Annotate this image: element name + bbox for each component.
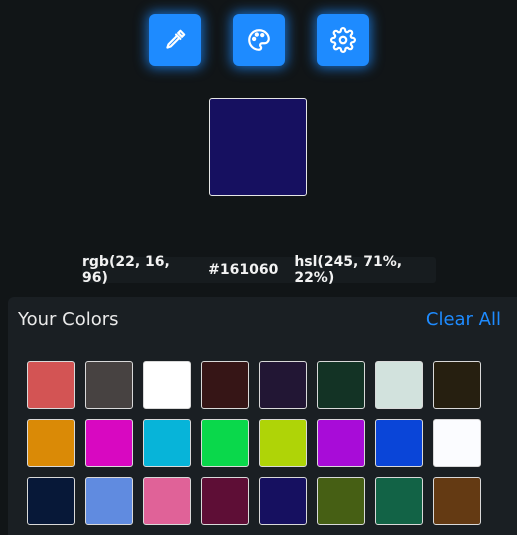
color-swatch[interactable] bbox=[201, 361, 249, 409]
color-swatch[interactable] bbox=[27, 361, 75, 409]
color-preview bbox=[209, 98, 307, 196]
palette-button[interactable] bbox=[233, 14, 285, 66]
color-values: rgb(22, 16, 96) #161060 hsl(245, 71%, 22… bbox=[82, 254, 436, 286]
color-swatch[interactable] bbox=[433, 477, 481, 525]
color-swatch[interactable] bbox=[259, 419, 307, 467]
color-swatch[interactable] bbox=[317, 477, 365, 525]
color-swatch[interactable] bbox=[375, 361, 423, 409]
clear-all-button[interactable]: Clear All bbox=[426, 309, 501, 330]
color-swatch[interactable] bbox=[375, 477, 423, 525]
color-swatch[interactable] bbox=[27, 419, 75, 467]
settings-button[interactable] bbox=[317, 14, 369, 66]
gear-icon bbox=[330, 27, 356, 53]
eyedropper-button[interactable] bbox=[149, 14, 201, 66]
eyedropper-icon bbox=[166, 29, 186, 49]
toolbar bbox=[149, 14, 369, 66]
color-swatch[interactable] bbox=[259, 477, 307, 525]
rgb-value[interactable]: rgb(22, 16, 96) bbox=[82, 254, 192, 286]
color-swatch[interactable] bbox=[317, 419, 365, 467]
color-swatch[interactable] bbox=[27, 477, 75, 525]
color-swatch[interactable] bbox=[317, 361, 365, 409]
color-swatch[interactable] bbox=[143, 419, 191, 467]
color-swatch[interactable] bbox=[85, 477, 133, 525]
color-swatch[interactable] bbox=[433, 419, 481, 467]
color-swatch[interactable] bbox=[85, 361, 133, 409]
color-swatch[interactable] bbox=[375, 419, 423, 467]
color-swatch[interactable] bbox=[143, 361, 191, 409]
saved-colors-panel: Your Colors Clear All bbox=[8, 297, 517, 535]
color-swatch[interactable] bbox=[201, 477, 249, 525]
swatch-grid bbox=[27, 361, 481, 525]
color-swatch[interactable] bbox=[259, 361, 307, 409]
color-swatch[interactable] bbox=[433, 361, 481, 409]
hsl-value[interactable]: hsl(245, 71%, 22%) bbox=[294, 254, 436, 286]
color-swatch[interactable] bbox=[143, 477, 191, 525]
color-swatch[interactable] bbox=[85, 419, 133, 467]
palette-icon bbox=[248, 29, 270, 51]
hex-value[interactable]: #161060 bbox=[208, 262, 278, 278]
color-swatch[interactable] bbox=[201, 419, 249, 467]
panel-title: Your Colors bbox=[18, 309, 119, 330]
